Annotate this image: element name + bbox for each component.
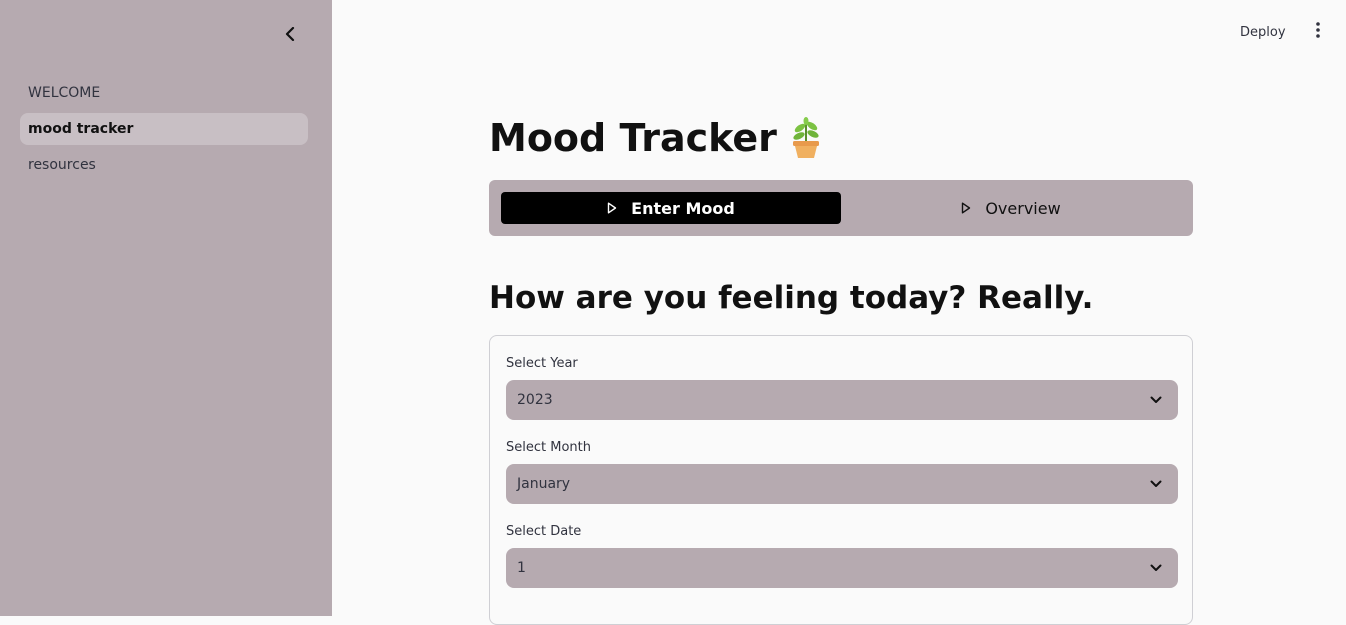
- page-title: Mood Tracker: [489, 110, 823, 166]
- tab-label: Overview: [985, 198, 1061, 218]
- sidebar-item-resources[interactable]: resources: [20, 149, 308, 181]
- year-value: 2023: [517, 392, 553, 408]
- date-label: Select Date: [506, 523, 582, 539]
- chevron-down-icon: [1148, 392, 1164, 408]
- tab-bar: Enter Mood Overview: [489, 180, 1193, 236]
- sidebar-item-mood-tracker[interactable]: mood tracker: [20, 113, 308, 145]
- deploy-label: Deploy: [1240, 24, 1286, 40]
- sidebar-item-welcome[interactable]: WELCOME: [20, 77, 308, 109]
- mood-form: Select Year 2023 Select Month January Se…: [489, 335, 1193, 625]
- chevron-left-icon: [284, 26, 296, 45]
- chevron-down-icon: [1148, 476, 1164, 492]
- main-menu-button[interactable]: [1309, 22, 1327, 42]
- play-triangle-icon: [607, 202, 617, 214]
- chevron-down-icon: [1148, 560, 1164, 576]
- month-label: Select Month: [506, 439, 591, 455]
- page-title-text: Mood Tracker: [489, 116, 777, 160]
- month-value: January: [517, 476, 571, 492]
- date-select[interactable]: 1: [506, 548, 1178, 588]
- month-select[interactable]: January: [506, 464, 1178, 504]
- section-heading: How are you feeling today? Really.: [489, 280, 1094, 316]
- sidebar-item-label: WELCOME: [28, 85, 101, 101]
- date-value: 1: [517, 560, 526, 576]
- kebab-menu-icon: [1316, 22, 1320, 42]
- sidebar-item-label: mood tracker: [28, 121, 134, 137]
- year-label: Select Year: [506, 355, 578, 371]
- sidebar: WELCOME mood tracker resources: [0, 0, 332, 616]
- play-triangle-icon: [961, 202, 971, 214]
- sidebar-item-label: resources: [28, 157, 96, 173]
- sidebar-nav: WELCOME mood tracker resources: [20, 77, 308, 185]
- potted-plant-icon: [789, 116, 823, 160]
- tab-label: Enter Mood: [631, 198, 735, 218]
- tab-enter-mood[interactable]: Enter Mood: [501, 192, 841, 224]
- collapse-sidebar-button[interactable]: [280, 25, 300, 45]
- deploy-button[interactable]: Deploy: [1240, 22, 1286, 42]
- tab-overview[interactable]: Overview: [841, 192, 1181, 224]
- year-select[interactable]: 2023: [506, 380, 1178, 420]
